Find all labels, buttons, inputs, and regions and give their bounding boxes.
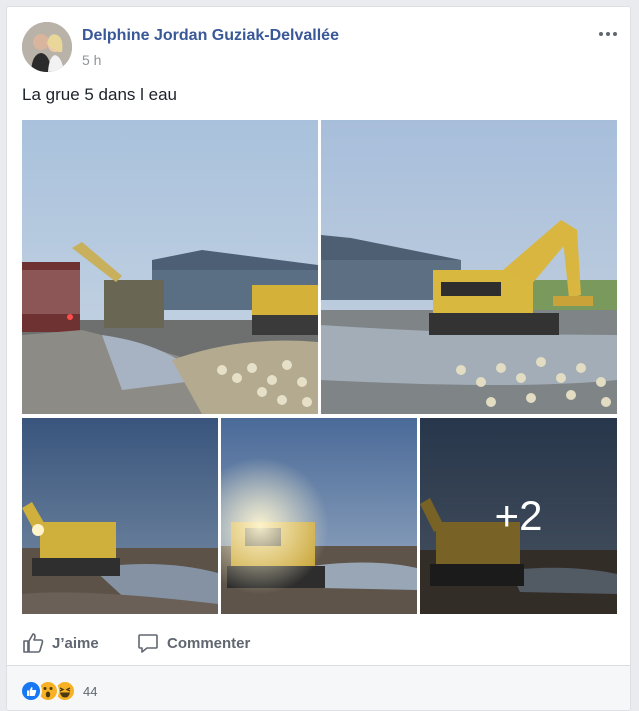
photo-4[interactable] <box>221 418 417 614</box>
thumbs-up-icon <box>23 633 44 653</box>
photo-2[interactable] <box>321 120 617 414</box>
comment-icon <box>138 634 158 653</box>
photo-3[interactable] <box>22 418 218 614</box>
post-text: La grue 5 dans l eau <box>22 85 178 104</box>
author-avatar[interactable] <box>22 22 72 72</box>
post-timestamp[interactable]: 5 h <box>82 52 101 68</box>
comment-button[interactable]: Commenter <box>137 629 250 657</box>
reactions-footer: 44 <box>7 665 630 710</box>
action-bar: J’aime Commenter <box>7 621 630 665</box>
photo-1[interactable] <box>22 120 318 414</box>
ellipsis-icon[interactable] <box>599 29 621 39</box>
reaction-count[interactable]: 44 <box>83 684 97 699</box>
like-button[interactable]: J’aime <box>22 629 99 657</box>
more-photos-count: +2 <box>494 492 543 539</box>
reactions-summary[interactable]: 44 <box>20 680 97 702</box>
author-name-link[interactable]: Delphine Jordan Guziak-Delvallée <box>82 27 339 45</box>
photo-5[interactable]: +2 <box>420 418 617 614</box>
post-card: Delphine Jordan Guziak-Delvallée 5 h La … <box>6 6 631 711</box>
comment-label: Commenter <box>167 634 251 652</box>
like-reaction-icon <box>20 680 42 702</box>
like-label: J’aime <box>52 634 99 652</box>
